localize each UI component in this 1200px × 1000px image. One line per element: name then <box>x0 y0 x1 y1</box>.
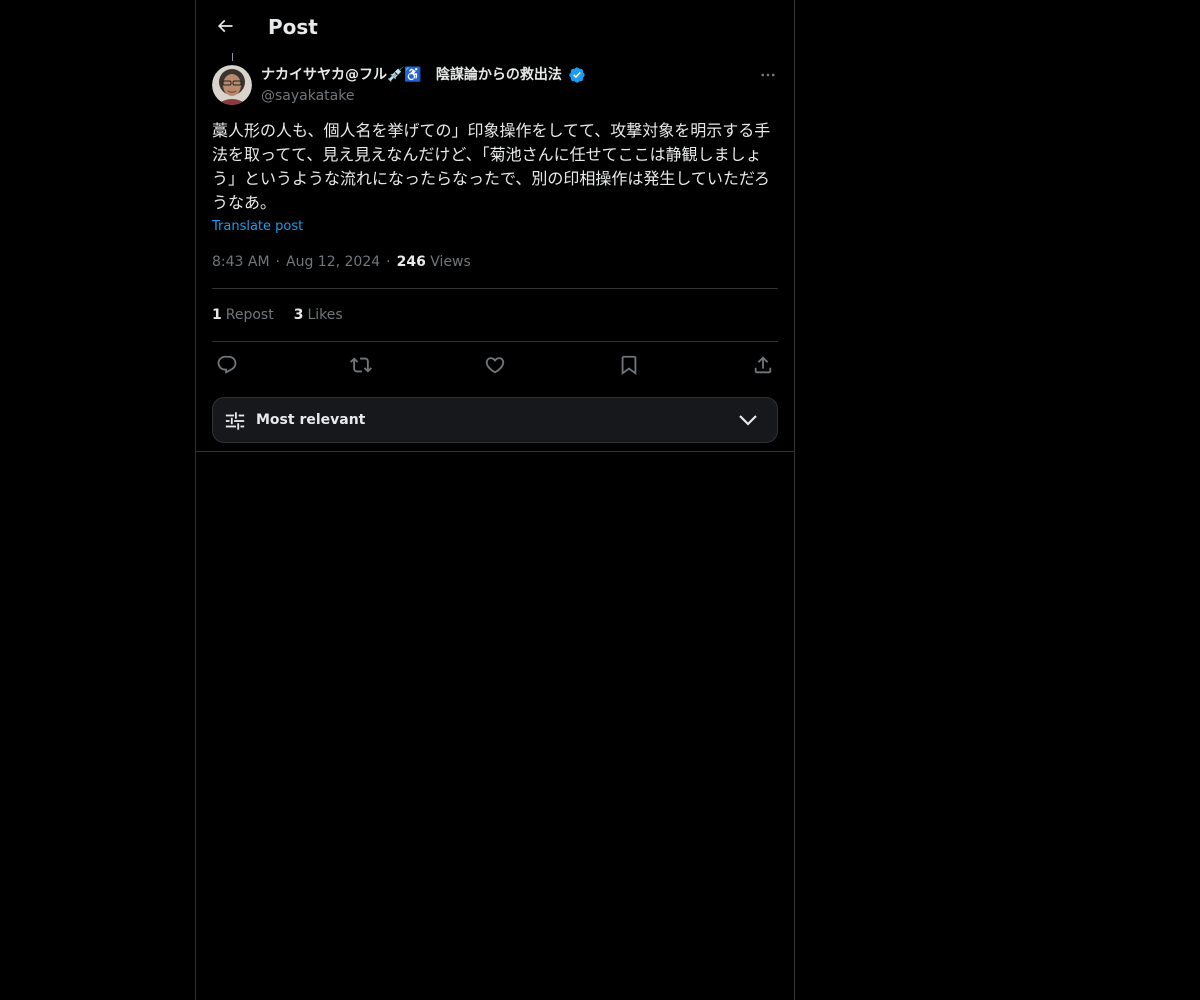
views-label: Views <box>430 254 471 270</box>
avatar[interactable] <box>212 65 252 105</box>
meta-separator: · <box>386 254 391 270</box>
sort-label: Most relevant <box>256 412 366 428</box>
page-title: Post <box>268 15 318 39</box>
post-text: 藁人形の人も、個人名を挙げての」印象操作をしてて、攻撃対象を明示する手法を取って… <box>212 121 771 212</box>
reply-button[interactable] <box>213 352 241 378</box>
likes-stat[interactable]: 3 Likes <box>294 305 343 325</box>
likes-label: Likes <box>307 307 343 323</box>
author-name-text: ナカイサヤカ@フル💉♿️ 陰謀論からの救出法 <box>261 67 562 83</box>
share-icon <box>754 356 772 374</box>
more-dots-icon <box>761 73 775 77</box>
reposts-stat[interactable]: 1 Repost <box>212 305 274 325</box>
views-count: 246 <box>396 254 426 270</box>
back-button[interactable] <box>208 9 242 43</box>
bookmark-icon <box>621 355 637 376</box>
bookmark-button[interactable] <box>615 352 643 378</box>
verified-badge-icon <box>568 66 586 84</box>
main-column: Post ナカイサヤカ@フル💉♿️ 陰謀論からの救出法 @sayakatake … <box>195 0 795 1000</box>
post-meta: 8:43 AM · Aug 12, 2024 · 246 Views <box>212 252 471 272</box>
author-name[interactable]: ナカイサヤカ@フル💉♿️ 陰謀論からの救出法 <box>261 64 586 86</box>
reply-sort-dropdown[interactable]: Most relevant <box>212 397 778 443</box>
avatar-image <box>212 65 252 105</box>
meta-separator: · <box>275 254 280 270</box>
share-button[interactable] <box>749 352 777 378</box>
post-stats: 1 Repost 3 Likes <box>212 305 343 325</box>
repost-button[interactable] <box>347 352 375 378</box>
likes-count: 3 <box>293 307 304 323</box>
divider <box>212 288 778 289</box>
post-date[interactable]: Aug 12, 2024 <box>286 252 380 272</box>
reposts-label: Repost <box>225 307 274 323</box>
section-divider <box>196 451 794 452</box>
heart-icon <box>485 357 505 374</box>
chevron-down-icon <box>739 415 757 426</box>
page-header: Post <box>196 0 794 53</box>
like-button[interactable] <box>481 352 509 378</box>
author-handle[interactable]: @sayakatake <box>261 86 354 106</box>
repost-icon <box>350 357 372 373</box>
translate-post-link[interactable]: Translate post <box>212 217 303 237</box>
sliders-icon <box>225 412 245 430</box>
post-actions <box>212 352 778 378</box>
divider <box>212 341 778 342</box>
more-options-button[interactable] <box>752 64 784 86</box>
reply-icon <box>217 355 237 374</box>
thread-line <box>232 53 233 61</box>
arrow-left-icon <box>217 19 233 33</box>
post-time[interactable]: 8:43 AM <box>212 252 270 272</box>
reposts-count: 1 <box>212 307 222 323</box>
